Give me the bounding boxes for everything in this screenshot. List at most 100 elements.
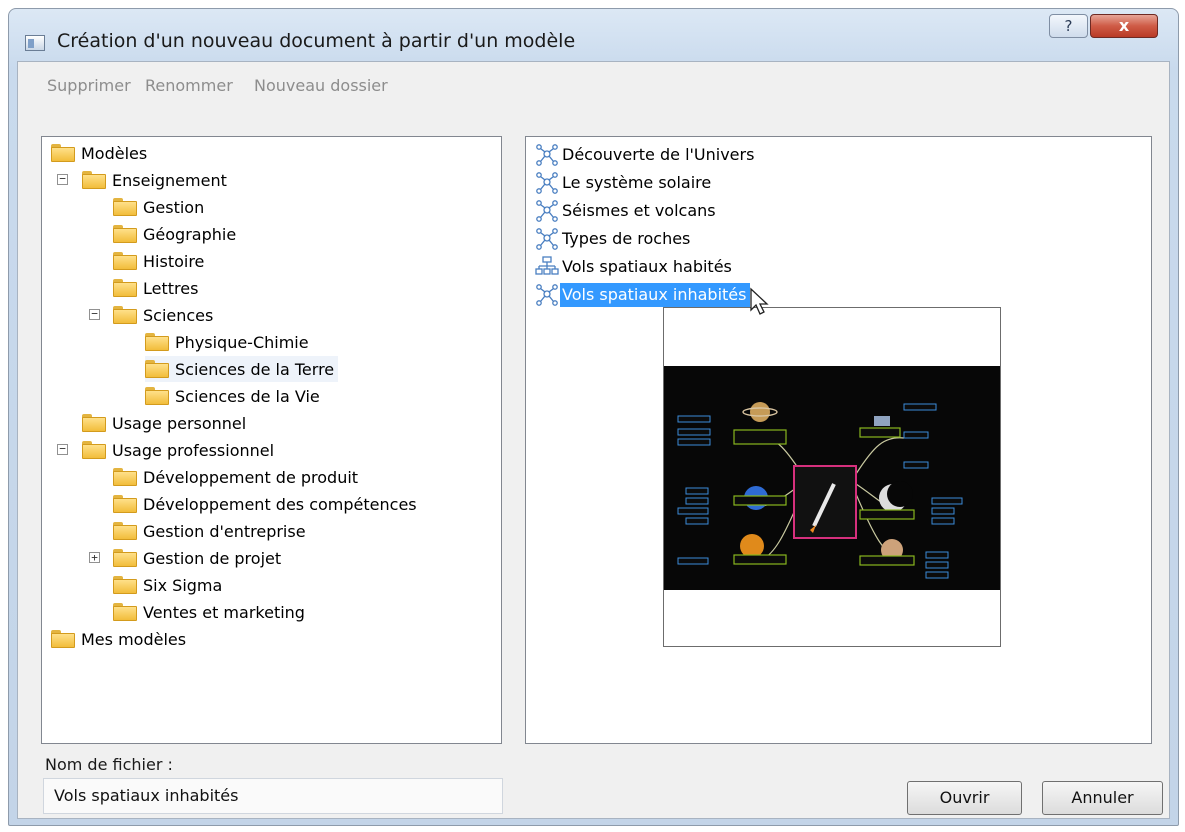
tree-item-label: Usage professionnel bbox=[112, 440, 275, 460]
template-label: Séismes et volcans bbox=[562, 201, 716, 220]
mindmap-icon bbox=[534, 226, 560, 252]
tree-item-physique-chimie[interactable]: Physique-Chimie bbox=[145, 329, 309, 355]
folder-icon bbox=[51, 630, 75, 648]
template-label: Vols spatiaux habités bbox=[562, 257, 732, 276]
preview-thumbnail bbox=[664, 366, 1000, 590]
tree-item-label: Sciences de la Terre bbox=[175, 359, 335, 379]
tree-item-label: Gestion d'entreprise bbox=[143, 521, 306, 541]
folder-icon bbox=[113, 576, 137, 594]
template-item[interactable]: Vols spatiaux habités bbox=[534, 254, 736, 280]
template-label: Types de roches bbox=[562, 229, 691, 248]
delete-button[interactable]: Supprimer bbox=[47, 76, 131, 95]
help-button[interactable]: ? bbox=[1049, 14, 1088, 38]
template-item[interactable]: Séismes et volcans bbox=[534, 198, 720, 224]
tree-item-label: Enseignement bbox=[112, 170, 227, 190]
folder-icon bbox=[113, 549, 137, 567]
template-label: Découverte de l'Univers bbox=[562, 145, 755, 164]
folder-icon bbox=[82, 414, 106, 432]
tree-item-geographie[interactable]: Géographie bbox=[113, 221, 236, 247]
folder-icon bbox=[82, 441, 106, 459]
folder-icon bbox=[113, 279, 137, 297]
template-item[interactable]: Découverte de l'Univers bbox=[534, 142, 758, 168]
tree-item-dev-competences[interactable]: Développement des compétences bbox=[113, 491, 417, 517]
tree-item-label: Développement des compétences bbox=[143, 494, 417, 514]
folder-icon bbox=[145, 387, 169, 405]
tree-item-label: Histoire bbox=[143, 251, 205, 271]
collapse-usage-pro-toggle[interactable]: − bbox=[57, 443, 68, 455]
tree-item-enseignement[interactable]: Enseignement bbox=[82, 167, 227, 193]
tree-item-sciences[interactable]: Sciences bbox=[113, 302, 213, 328]
close-button[interactable]: x bbox=[1090, 14, 1158, 38]
tree-item-label: Gestion bbox=[143, 197, 205, 217]
folder-icon bbox=[113, 468, 137, 486]
template-item-selected[interactable]: Vols spatiaux inhabités bbox=[534, 282, 751, 308]
tree-item-lettres[interactable]: Lettres bbox=[113, 275, 198, 301]
folder-icon bbox=[113, 522, 137, 540]
open-button[interactable]: Ouvrir bbox=[907, 781, 1022, 815]
mindmap-icon bbox=[534, 198, 560, 224]
tree-item-dev-produit[interactable]: Développement de produit bbox=[113, 464, 358, 490]
mindmap-icon bbox=[534, 282, 560, 308]
folder-icon bbox=[113, 198, 137, 216]
folder-icon bbox=[51, 144, 75, 162]
tree-item-label: Sciences de la Vie bbox=[175, 386, 320, 406]
tree-item-ventes-marketing[interactable]: Ventes et marketing bbox=[113, 599, 305, 625]
rename-button[interactable]: Renommer bbox=[145, 76, 233, 95]
tree-item-label: Usage personnel bbox=[112, 413, 247, 433]
toolbar: Supprimer Renommer Nouveau dossier bbox=[18, 62, 1169, 110]
tree-item-label: Six Sigma bbox=[143, 575, 223, 595]
template-preview bbox=[663, 307, 1001, 647]
app-icon bbox=[25, 35, 45, 51]
template-list[interactable]: Découverte de l'Univers Le système solai… bbox=[525, 136, 1152, 744]
mouse-cursor-icon bbox=[750, 287, 769, 315]
tree-item-label: Physique-Chimie bbox=[175, 332, 309, 352]
tree-item-histoire[interactable]: Histoire bbox=[113, 248, 204, 274]
tree-item-label: Développement de produit bbox=[143, 467, 359, 487]
template-item[interactable]: Le système solaire bbox=[534, 170, 715, 196]
tree-item-label: Gestion de projet bbox=[143, 548, 282, 568]
mindmap-icon bbox=[534, 170, 560, 196]
tree-item-label: Géographie bbox=[143, 224, 237, 244]
template-label: Vols spatiaux inhabités bbox=[560, 283, 751, 307]
filename-field[interactable]: Vols spatiaux inhabités bbox=[43, 778, 503, 814]
cancel-button[interactable]: Annuler bbox=[1042, 781, 1163, 815]
folder-icon bbox=[145, 360, 169, 378]
tree-item-mes-modeles[interactable]: Mes modèles bbox=[51, 626, 186, 652]
tree-item-sciences-vie[interactable]: Sciences de la Vie bbox=[145, 383, 320, 409]
tree-item-gestion-projet[interactable]: Gestion de projet bbox=[113, 545, 281, 571]
mindmap-preview-image bbox=[677, 402, 963, 579]
tree-item-label: Ventes et marketing bbox=[143, 602, 305, 622]
tree-item-gestion-entreprise[interactable]: Gestion d'entreprise bbox=[113, 518, 306, 544]
tree-item-six-sigma[interactable]: Six Sigma bbox=[113, 572, 222, 598]
tree-item-usage-professionnel[interactable]: Usage professionnel bbox=[82, 437, 274, 463]
mindmap-icon bbox=[534, 142, 560, 168]
folder-icon bbox=[113, 252, 137, 270]
tree-item-label: Mes modèles bbox=[81, 629, 187, 649]
window-title: Création d'un nouveau document à partir … bbox=[57, 30, 576, 52]
folder-icon bbox=[113, 495, 137, 513]
folder-icon bbox=[113, 306, 137, 324]
tree-item-modeles[interactable]: Modèles bbox=[51, 140, 147, 166]
folder-icon bbox=[145, 333, 169, 351]
folder-icon bbox=[82, 171, 106, 189]
new-folder-button[interactable]: Nouveau dossier bbox=[254, 76, 388, 95]
tree-item-label: Lettres bbox=[143, 278, 199, 298]
collapse-sciences-toggle[interactable]: − bbox=[89, 308, 100, 320]
expand-gestion-projet-toggle[interactable]: + bbox=[89, 552, 100, 563]
collapse-enseignement-toggle[interactable]: − bbox=[57, 173, 68, 185]
tree-item-label: Sciences bbox=[143, 305, 214, 325]
orgchart-icon bbox=[534, 254, 560, 280]
folder-icon bbox=[113, 603, 137, 621]
template-label: Le système solaire bbox=[562, 173, 712, 192]
tree-item-usage-personnel[interactable]: Usage personnel bbox=[82, 410, 246, 436]
tree-item-gestion[interactable]: Gestion bbox=[113, 194, 204, 220]
filename-label: Nom de fichier : bbox=[45, 755, 173, 774]
dialog-window: Création d'un nouveau document à partir … bbox=[8, 8, 1179, 826]
template-item[interactable]: Types de roches bbox=[534, 226, 694, 252]
tree-item-label: Modèles bbox=[81, 143, 148, 163]
dialog-content: Supprimer Renommer Nouveau dossier Modèl… bbox=[17, 61, 1170, 819]
tree-item-sciences-terre[interactable]: Sciences de la Terre bbox=[145, 356, 339, 382]
title-bar: Création d'un nouveau document à partir … bbox=[9, 9, 1178, 61]
template-folder-tree[interactable]: Modèles − Enseignement Gestion Géographi… bbox=[41, 136, 502, 744]
folder-icon bbox=[113, 225, 137, 243]
